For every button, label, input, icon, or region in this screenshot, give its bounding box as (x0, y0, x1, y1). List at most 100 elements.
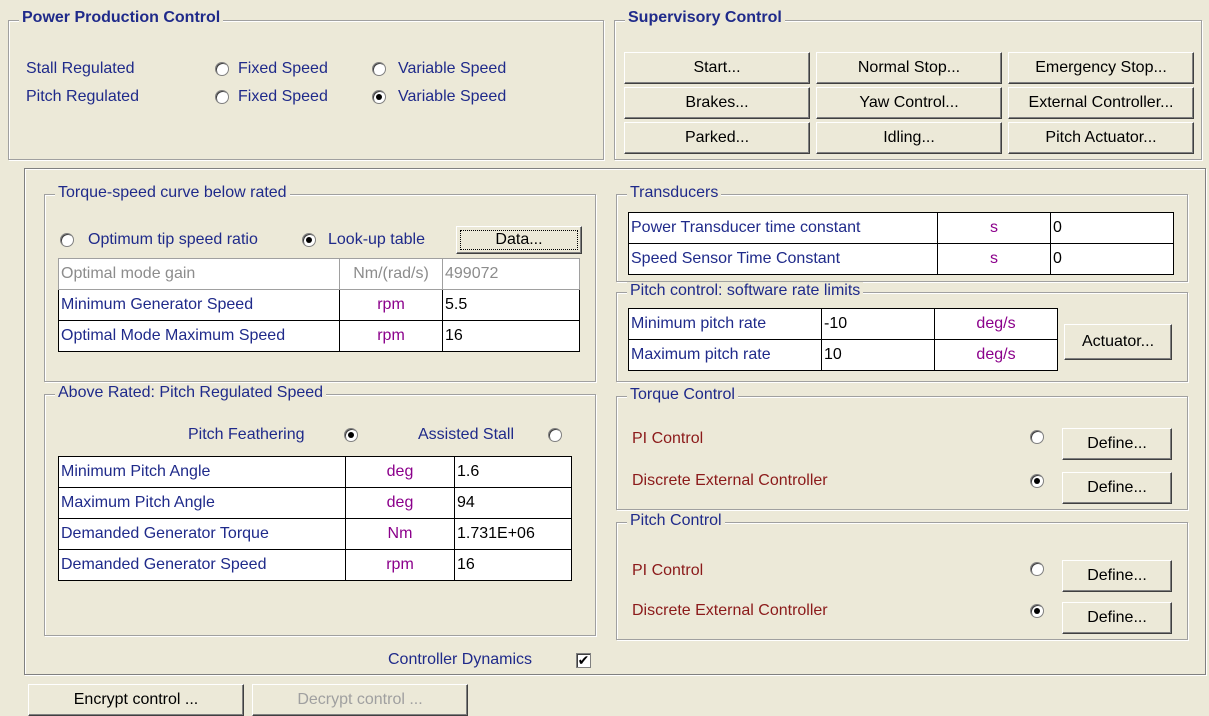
pitch-fixed-label[interactable]: Fixed Speed (238, 88, 328, 106)
stall-variable-label[interactable]: Variable Speed (398, 60, 506, 78)
assisted-stall-radio[interactable] (548, 428, 562, 442)
pitch-feathering-radio[interactable] (344, 428, 358, 442)
stall-fixed-label[interactable]: Fixed Speed (238, 60, 328, 78)
stall-variable-radio[interactable] (372, 62, 386, 76)
param-name: Optimal mode gain (58, 258, 340, 290)
param-unit: deg/s (934, 308, 1058, 340)
torque-pi-define-button[interactable]: Define... (1062, 428, 1172, 460)
param-unit: s (937, 243, 1051, 275)
assisted-stall-label[interactable]: Assisted Stall (418, 426, 514, 444)
param-unit: rpm (345, 549, 455, 581)
table-row: Minimum pitch rate -10 deg/s (628, 308, 1058, 340)
table-row: Minimum Pitch Angle deg 1.6 (58, 456, 572, 488)
param-name: Optimal Mode Maximum Speed (58, 320, 340, 352)
param-unit: deg/s (934, 339, 1058, 371)
param-value-input[interactable]: -10 (821, 308, 935, 340)
table-row: Optimal mode gain Nm/(rad/s) 499072 (58, 258, 580, 290)
pitch-ext-label: Discrete External Controller (632, 602, 828, 619)
param-value-input[interactable]: 0 (1050, 243, 1174, 275)
torque-pi-radio[interactable] (1030, 430, 1044, 444)
normal-stop-button[interactable]: Normal Stop... (816, 52, 1002, 84)
param-name: Speed Sensor Time Constant (628, 243, 938, 275)
controller-dynamics-checkbox[interactable]: ✔ (576, 653, 591, 668)
start-button[interactable]: Start... (624, 52, 810, 84)
pitch-feathering-label[interactable]: Pitch Feathering (188, 426, 305, 444)
table-row: Optimal Mode Maximum Speed rpm 16 (58, 320, 580, 352)
pitch-variable-label[interactable]: Variable Speed (398, 88, 506, 106)
param-unit: rpm (339, 289, 443, 321)
pitch-rate-title: Pitch control: software rate limits (627, 282, 864, 300)
pitch-fixed-radio[interactable] (215, 90, 229, 104)
lookup-label[interactable]: Look-up table (328, 231, 425, 249)
param-name: Demanded Generator Torque (58, 518, 346, 550)
torque-pi-label: PI Control (632, 430, 704, 447)
above-rated-title: Above Rated: Pitch Regulated Speed (55, 384, 327, 402)
lookup-radio[interactable] (302, 233, 316, 247)
supervisory-title: Supervisory Control (625, 9, 785, 27)
param-name: Demanded Generator Speed (58, 549, 346, 581)
idling-button[interactable]: Idling... (816, 122, 1002, 154)
pitch-pi-label: PI Control (632, 562, 704, 579)
stall-fixed-radio[interactable] (215, 62, 229, 76)
param-unit: Nm (345, 518, 455, 550)
param-unit: rpm (339, 320, 443, 352)
transducers-title: Transducers (627, 184, 722, 202)
table-row: Speed Sensor Time Constant s 0 (628, 243, 1174, 275)
pitch-pi-define-button[interactable]: Define... (1062, 560, 1172, 592)
pitch-actuator-button[interactable]: Pitch Actuator... (1008, 122, 1194, 154)
param-name: Minimum Generator Speed (58, 289, 340, 321)
param-value-input[interactable]: 10 (821, 339, 935, 371)
torque-control-title: Torque Control (627, 386, 738, 404)
data-button[interactable]: Data... (456, 226, 582, 254)
emergency-stop-button[interactable]: Emergency Stop... (1008, 52, 1194, 84)
param-unit: s (937, 212, 1051, 244)
pitch-variable-radio[interactable] (372, 90, 386, 104)
controller-dynamics-label: Controller Dynamics (388, 651, 533, 668)
table-row: Minimum Generator Speed rpm 5.5 (58, 289, 580, 321)
stall-regulated-label: Stall Regulated (26, 60, 135, 77)
param-value: 499072 (442, 258, 580, 290)
param-name: Power Transducer time constant (628, 212, 938, 244)
yaw-control-button[interactable]: Yaw Control... (816, 87, 1002, 119)
above-rated-table: Minimum Pitch Angle deg 1.6 Maximum Pitc… (58, 456, 572, 581)
table-row: Power Transducer time constant s 0 (628, 212, 1174, 244)
param-value-input[interactable]: 16 (442, 320, 580, 352)
torque-speed-title: Torque-speed curve below rated (55, 184, 290, 202)
pitch-control-title: Pitch Control (627, 512, 725, 530)
torque-ext-define-button[interactable]: Define... (1062, 472, 1172, 504)
pitch-regulated-label: Pitch Regulated (26, 88, 139, 105)
encrypt-control-button[interactable]: Encrypt control ... (28, 684, 244, 716)
torque-ext-label: Discrete External Controller (632, 472, 828, 489)
param-value-input[interactable]: 1.6 (454, 456, 572, 488)
param-value-input[interactable]: 94 (454, 487, 572, 519)
table-row: Maximum pitch rate 10 deg/s (628, 339, 1058, 371)
pitch-ext-radio[interactable] (1030, 604, 1044, 618)
power-production-title: Power Production Control (19, 9, 224, 27)
param-value-input[interactable]: 16 (454, 549, 572, 581)
actuator-button[interactable]: Actuator... (1064, 324, 1172, 360)
torque-ext-radio[interactable] (1030, 474, 1044, 488)
param-unit: deg (345, 456, 455, 488)
param-value-input[interactable]: 1.731E+06 (454, 518, 572, 550)
param-name: Minimum pitch rate (628, 308, 822, 340)
param-value-input[interactable]: 0 (1050, 212, 1174, 244)
external-controller-button[interactable]: External Controller... (1008, 87, 1194, 119)
table-row: Demanded Generator Speed rpm 16 (58, 549, 572, 581)
parked-button[interactable]: Parked... (624, 122, 810, 154)
transducers-table: Power Transducer time constant s 0 Speed… (628, 212, 1174, 275)
torque-speed-table: Optimal mode gain Nm/(rad/s) 499072 Mini… (58, 258, 580, 352)
param-name: Maximum Pitch Angle (58, 487, 346, 519)
decrypt-control-button[interactable]: Decrypt control ... (252, 684, 468, 716)
param-unit: Nm/(rad/s) (339, 258, 443, 290)
param-name: Maximum pitch rate (628, 339, 822, 371)
pitch-pi-radio[interactable] (1030, 562, 1044, 576)
tsr-label[interactable]: Optimum tip speed ratio (88, 231, 258, 249)
pitch-ext-define-button[interactable]: Define... (1062, 602, 1172, 634)
tsr-radio[interactable] (60, 233, 74, 247)
pitch-rate-table: Minimum pitch rate -10 deg/s Maximum pit… (628, 308, 1058, 371)
param-value-input[interactable]: 5.5 (442, 289, 580, 321)
table-row: Maximum Pitch Angle deg 94 (58, 487, 572, 519)
brakes-button[interactable]: Brakes... (624, 87, 810, 119)
table-row: Demanded Generator Torque Nm 1.731E+06 (58, 518, 572, 550)
param-unit: deg (345, 487, 455, 519)
